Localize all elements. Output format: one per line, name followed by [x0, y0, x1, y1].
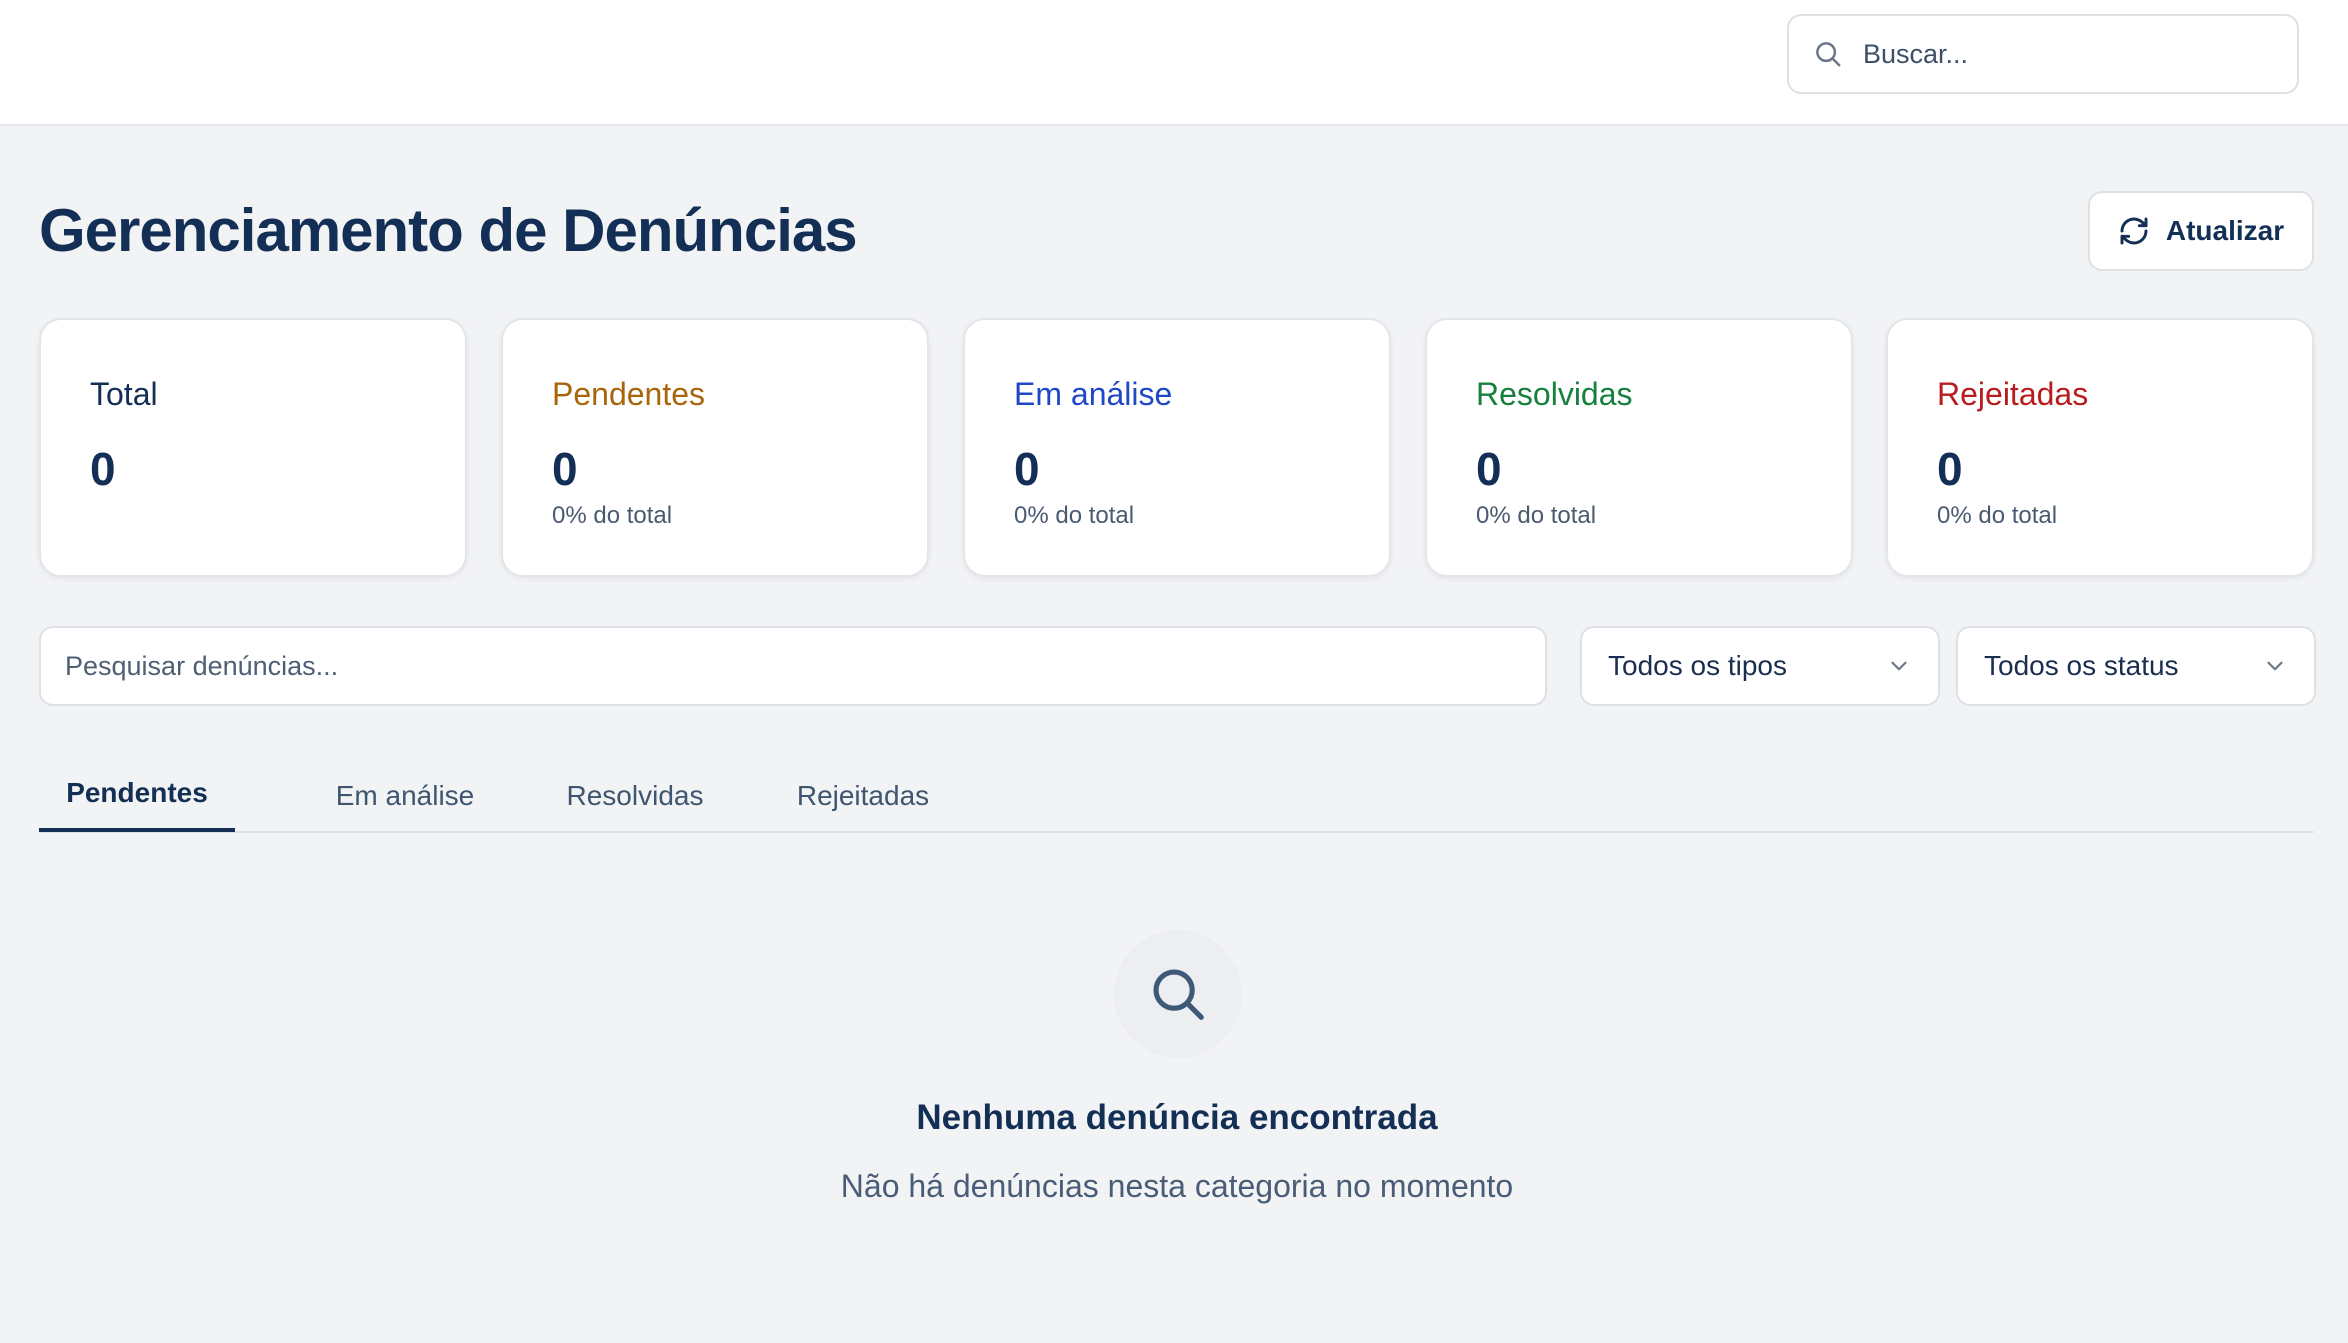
empty-state-subtitle: Não há denúncias nesta categoria no mome…	[840, 1168, 1514, 1204]
type-filter-value: Todos os tipos	[1608, 650, 1787, 681]
stat-value: 0	[90, 443, 116, 495]
stat-subtext: 0% do total	[1476, 502, 1597, 529]
chevron-down-icon	[1891, 661, 1907, 671]
tab-pendentes[interactable]: Pendentes	[39, 758, 235, 832]
type-filter-select[interactable]: Todos os tipos	[1580, 626, 1940, 706]
empty-state-title: Nenhuma denúncia encontrada	[916, 1098, 1438, 1137]
stat-subtext: 0% do total	[552, 502, 673, 529]
stat-label: Resolvidas	[1476, 376, 1633, 412]
refresh-icon	[2120, 217, 2148, 245]
stat-card-rejeitadas: Rejeitadas 0 0% do total	[1886, 318, 2314, 577]
top-bar	[0, 0, 2348, 126]
status-filter-value: Todos os status	[1984, 650, 2179, 681]
search-icon	[1816, 42, 1841, 67]
global-search-input[interactable]	[1863, 38, 2283, 70]
chevron-down-icon	[2267, 661, 2283, 671]
stat-value: 0	[552, 443, 578, 495]
reports-search-input[interactable]	[65, 650, 1465, 682]
empty-state-icon-wrap	[1114, 930, 1242, 1058]
refresh-button-label: Atualizar	[2165, 215, 2285, 246]
stat-value: 0	[1014, 443, 1040, 495]
stat-subtext: 0% do total	[1937, 502, 2058, 529]
tab-em-analise[interactable]: Em análise	[275, 758, 535, 833]
page-title: Gerenciamento de Denúncias	[39, 197, 858, 264]
status-tabs: Pendentes Em análise Resolvidas Rejeitad…	[39, 758, 2314, 833]
stat-label: Total	[90, 376, 158, 412]
stat-card-total: Total 0	[39, 318, 467, 577]
stat-label: Em análise	[1014, 376, 1173, 412]
stat-label: Pendentes	[552, 376, 706, 412]
search-icon	[1153, 969, 1204, 1020]
stat-card-em-analise: Em análise 0 0% do total	[963, 318, 1391, 577]
stat-label: Rejeitadas	[1937, 376, 2089, 412]
stat-value: 0	[1937, 443, 1963, 495]
tab-rejeitadas[interactable]: Rejeitadas	[733, 758, 993, 833]
tab-resolvidas[interactable]: Resolvidas	[505, 758, 765, 833]
stat-card-resolvidas: Resolvidas 0 0% do total	[1425, 318, 1853, 577]
stat-card-pendentes: Pendentes 0 0% do total	[501, 318, 929, 577]
refresh-button[interactable]: Atualizar	[2088, 191, 2314, 271]
stat-value: 0	[1476, 443, 1502, 495]
global-search[interactable]	[1787, 14, 2299, 94]
reports-search[interactable]	[39, 626, 1547, 706]
stat-subtext: 0% do total	[1014, 502, 1135, 529]
status-filter-select[interactable]: Todos os status	[1956, 626, 2316, 706]
